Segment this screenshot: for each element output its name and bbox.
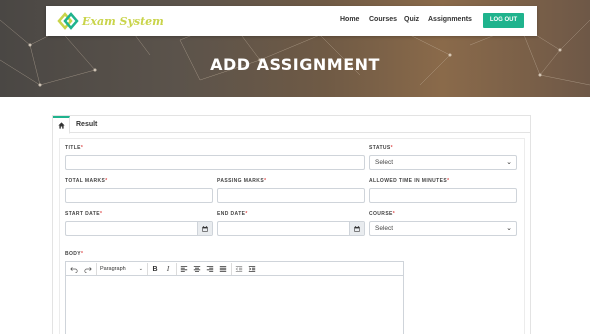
editor-content-area[interactable] <box>66 276 403 334</box>
body-label: BODY* <box>65 251 84 257</box>
allowed-time-field[interactable] <box>369 188 517 208</box>
bold-button[interactable]: B <box>150 263 160 275</box>
paragraph-format-dropdown[interactable]: Paragraph ⌄ <box>99 263 145 275</box>
course-select-value: Select <box>375 225 394 232</box>
status-select[interactable]: Select ⌄ <box>369 155 517 170</box>
toolbar-divider <box>176 263 177 275</box>
course-label: COURSE* <box>369 211 396 217</box>
redo-button[interactable] <box>83 263 93 275</box>
align-justify-button[interactable] <box>218 263 228 275</box>
align-center-button[interactable] <box>192 263 202 275</box>
total-marks-label: TOTAL MARKS* <box>65 178 108 184</box>
paragraph-format-value: Paragraph <box>100 266 126 272</box>
italic-icon: I <box>166 265 170 273</box>
course-select[interactable]: Select ⌄ <box>369 221 517 236</box>
nav-home-link[interactable]: Home <box>340 16 359 23</box>
editor-toolbar: Paragraph ⌄ B I <box>66 262 403 276</box>
indent-icon <box>248 266 256 272</box>
toolbar-divider <box>231 263 232 275</box>
title-input[interactable] <box>66 161 364 175</box>
start-date-calendar-button[interactable] <box>197 222 212 235</box>
tab-result[interactable]: Result <box>76 121 97 128</box>
align-center-icon <box>193 266 201 272</box>
logo[interactable]: Exam System <box>57 11 164 31</box>
start-date-input[interactable] <box>66 227 196 241</box>
chevron-down-icon: ⌄ <box>506 225 512 232</box>
home-icon <box>57 122 65 129</box>
title-field[interactable] <box>65 155 365 175</box>
total-marks-field[interactable] <box>65 188 213 208</box>
bold-icon: B <box>152 265 158 273</box>
title-label: TITLE* <box>65 145 84 151</box>
indent-button[interactable] <box>247 263 257 275</box>
end-date-label: END DATE* <box>217 211 248 217</box>
start-date-label: START DATE* <box>65 211 103 217</box>
calendar-icon <box>202 225 208 232</box>
tab-bar: Result <box>53 116 530 134</box>
logo-text: Exam System <box>82 14 164 28</box>
total-marks-input[interactable] <box>66 194 212 208</box>
redo-icon <box>84 267 92 273</box>
end-date-calendar-button[interactable] <box>349 222 364 235</box>
calendar-icon <box>354 225 360 232</box>
toolbar-divider <box>96 263 97 275</box>
status-label: STATUS* <box>369 145 394 151</box>
align-right-icon <box>206 266 214 272</box>
align-justify-icon <box>219 266 227 272</box>
logo-diamond-icon <box>57 12 79 30</box>
align-left-button[interactable] <box>179 263 189 275</box>
allowed-time-label: ALLOWED TIME IN MINUTES* <box>369 178 450 184</box>
tab-home[interactable] <box>53 116 70 134</box>
logout-button[interactable]: LOG OUT <box>483 13 524 28</box>
status-select-value: Select <box>375 159 394 166</box>
italic-button[interactable]: I <box>163 263 173 275</box>
start-date-field[interactable] <box>65 221 213 241</box>
nav-quiz-link[interactable]: Quiz <box>404 16 419 23</box>
nav-assignments-link[interactable]: Assignments <box>428 16 472 23</box>
passing-marks-field[interactable] <box>217 188 365 208</box>
align-left-icon <box>180 266 188 272</box>
page-title: ADD ASSIGNMENT <box>210 55 380 74</box>
rich-text-editor: Paragraph ⌄ B I <box>65 261 404 334</box>
toolbar-divider <box>147 263 148 275</box>
outdent-icon <box>235 266 243 272</box>
nav-courses-link[interactable]: Courses <box>369 16 397 23</box>
undo-icon <box>70 267 78 273</box>
end-date-input[interactable] <box>218 227 348 241</box>
chevron-down-icon: ⌄ <box>506 159 512 166</box>
allowed-time-input[interactable] <box>370 194 516 208</box>
undo-button[interactable] <box>69 263 79 275</box>
top-navbar: Exam System Home Courses Quiz Assignment… <box>46 6 537 36</box>
end-date-field[interactable] <box>217 221 365 241</box>
passing-marks-label: PASSING MARKS* <box>217 178 267 184</box>
outdent-button[interactable] <box>234 263 244 275</box>
chevron-down-icon: ⌄ <box>138 266 143 272</box>
align-right-button[interactable] <box>205 263 215 275</box>
passing-marks-input[interactable] <box>218 194 364 208</box>
